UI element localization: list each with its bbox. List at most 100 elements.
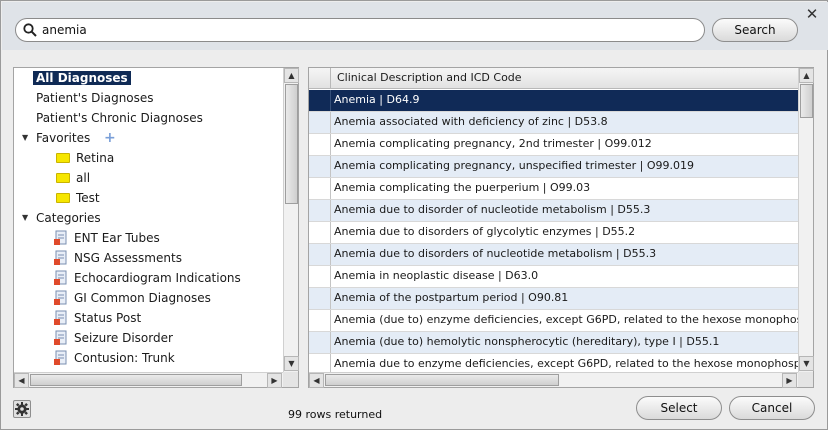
tree-item-favorites[interactable]: ▼ Favorites +: [14, 128, 284, 148]
scroll-up-icon[interactable]: ▲: [284, 68, 299, 83]
row-gutter: [309, 156, 331, 177]
folder-icon: [56, 192, 70, 203]
scroll-right-icon[interactable]: ▶: [267, 373, 282, 388]
diagnosis-search-dialog: ✕ Search All Diagnoses Patient's Diagnos…: [0, 0, 828, 430]
row-gutter: [309, 200, 331, 221]
grid-body: Anemia | D64.9 Anemia associated with def…: [309, 90, 799, 373]
folder-icon: [56, 152, 70, 163]
tree-category-echocardiogram-indications[interactable]: Echocardiogram Indications: [54, 268, 241, 288]
row-gutter: [309, 354, 331, 373]
table-row[interactable]: Anemia of the postpartum period | O90.81: [309, 288, 799, 310]
scroll-down-icon[interactable]: ▼: [799, 356, 814, 371]
folder-icon: [56, 172, 70, 183]
tree-folder-retina[interactable]: Retina: [56, 148, 114, 168]
table-row[interactable]: Anemia complicating pregnancy, unspecifi…: [309, 156, 799, 178]
row-header-gutter: [309, 68, 331, 88]
table-row[interactable]: Anemia associated with deficiency of zin…: [309, 112, 799, 134]
close-icon[interactable]: ✕: [805, 7, 819, 22]
rows-returned-status: 99 rows returned: [288, 408, 383, 421]
search-input[interactable]: [40, 21, 690, 39]
diagnosis-cell: Anemia | D64.9: [334, 93, 420, 106]
add-favorite-icon[interactable]: +: [104, 128, 116, 148]
settings-button[interactable]: [13, 400, 31, 418]
tree-horizontal-scrollbar[interactable]: ◀ ▶: [14, 372, 283, 388]
row-gutter: [309, 288, 331, 309]
diagnosis-cell: Anemia due to disorders of glycolytic en…: [334, 225, 636, 238]
category-list-icon: [54, 290, 67, 305]
row-gutter: [309, 332, 331, 353]
tree-vertical-scrollbar[interactable]: ▲ ▼: [283, 68, 299, 372]
scroll-up-icon[interactable]: ▲: [799, 68, 814, 83]
tree-category-nsg-assessments[interactable]: NSG Assessments: [54, 248, 182, 268]
diagnosis-cell: Anemia (due to) enzyme deficiencies, exc…: [334, 313, 799, 326]
collapse-triangle-icon[interactable]: ▼: [22, 208, 28, 228]
tree-category-ent-ear-tubes[interactable]: ENT Ear Tubes: [54, 228, 160, 248]
tree-item-categories[interactable]: ▼ Categories: [14, 208, 284, 228]
diagnosis-results-grid: Clinical Description and ICD Code Anemia…: [308, 67, 814, 388]
table-row[interactable]: Anemia | D64.9: [309, 90, 799, 112]
scroll-down-icon[interactable]: ▼: [284, 356, 299, 371]
scroll-right-icon[interactable]: ▶: [782, 373, 797, 388]
scrollbar-corner: [798, 372, 813, 387]
diagnosis-cell: Anemia of the postpartum period | O90.81: [334, 291, 569, 304]
row-gutter: [309, 244, 331, 265]
scrollbar-thumb[interactable]: [285, 84, 298, 204]
table-row[interactable]: Anemia due to disorders of nucleotide me…: [309, 244, 799, 266]
grid-vertical-scrollbar[interactable]: ▲ ▼: [798, 68, 814, 372]
tree-category-seizure-disorder[interactable]: Seizure Disorder: [54, 328, 173, 348]
tree-category-contusion-trunk[interactable]: Contusion: Trunk: [54, 348, 175, 368]
scrollbar-thumb[interactable]: [30, 374, 242, 386]
row-gutter: [309, 266, 331, 287]
row-gutter: [309, 112, 331, 133]
row-gutter: [309, 178, 331, 199]
row-gutter: [309, 310, 331, 331]
column-header-description[interactable]: Clinical Description and ICD Code: [337, 71, 522, 84]
category-list-icon: [54, 350, 67, 365]
collapse-triangle-icon[interactable]: ▼: [22, 128, 28, 148]
row-gutter: [309, 222, 331, 243]
category-list-icon: [54, 310, 67, 325]
search-button[interactable]: Search: [712, 18, 798, 42]
scroll-left-icon[interactable]: ◀: [309, 373, 324, 388]
grid-horizontal-scrollbar[interactable]: ◀ ▶: [309, 372, 798, 388]
category-list-icon: [54, 250, 67, 265]
table-row[interactable]: Anemia (due to) enzyme deficiencies, exc…: [309, 310, 799, 332]
tree-item-patients-chronic-diagnoses[interactable]: Patient's Chronic Diagnoses: [36, 108, 203, 128]
gear-icon: [15, 402, 29, 416]
category-tree-panel: All Diagnoses Patient's Diagnoses Patien…: [13, 67, 299, 388]
diagnosis-cell: Anemia complicating pregnancy, unspecifi…: [334, 159, 694, 172]
table-row[interactable]: Anemia complicating pregnancy, 2nd trime…: [309, 134, 799, 156]
tree-folder-all[interactable]: all: [56, 168, 90, 188]
diagnosis-cell: Anemia complicating pregnancy, 2nd trime…: [334, 137, 652, 150]
table-row[interactable]: Anemia complicating the puerperium | O99…: [309, 178, 799, 200]
search-field[interactable]: [15, 18, 705, 42]
diagnosis-cell: Anemia in neoplastic disease | D63.0: [334, 269, 539, 282]
scrollbar-thumb[interactable]: [325, 374, 559, 386]
table-row[interactable]: Anemia (due to) hemolytic nonspherocytic…: [309, 332, 799, 354]
table-row[interactable]: Anemia in neoplastic disease | D63.0: [309, 266, 799, 288]
scrollbar-thumb[interactable]: [800, 84, 813, 118]
category-tree: All Diagnoses Patient's Diagnoses Patien…: [14, 68, 284, 374]
category-list-icon: [54, 330, 67, 345]
diagnosis-cell: Anemia complicating the puerperium | O99…: [334, 181, 591, 194]
cancel-button[interactable]: Cancel: [729, 396, 815, 420]
tree-item-all-diagnoses[interactable]: All Diagnoses: [33, 68, 131, 88]
grid-header[interactable]: Clinical Description and ICD Code: [309, 68, 799, 89]
table-row[interactable]: Anemia due to disorder of nucleotide met…: [309, 200, 799, 222]
diagnosis-cell: Anemia associated with deficiency of zin…: [334, 115, 608, 128]
row-gutter: [309, 90, 331, 111]
tree-folder-test[interactable]: Test: [56, 188, 100, 208]
tree-category-status-post[interactable]: Status Post: [54, 308, 141, 328]
diagnosis-cell: Anemia due to disorder of nucleotide met…: [334, 203, 651, 216]
diagnosis-cell: Anemia due to disorders of nucleotide me…: [334, 247, 657, 260]
scroll-left-icon[interactable]: ◀: [14, 373, 29, 388]
tree-item-patients-diagnoses[interactable]: Patient's Diagnoses: [36, 88, 154, 108]
category-list-icon: [54, 230, 67, 245]
diagnosis-cell: Anemia (due to) hemolytic nonspherocytic…: [334, 335, 720, 348]
table-row[interactable]: Anemia due to disorders of glycolytic en…: [309, 222, 799, 244]
tree-category-gi-common-diagnoses[interactable]: GI Common Diagnoses: [54, 288, 211, 308]
diagnosis-cell: Anemia due to enzyme deficiencies, excep…: [334, 357, 799, 370]
table-row[interactable]: Anemia due to enzyme deficiencies, excep…: [309, 354, 799, 373]
select-button[interactable]: Select: [636, 396, 722, 420]
row-gutter: [309, 134, 331, 155]
